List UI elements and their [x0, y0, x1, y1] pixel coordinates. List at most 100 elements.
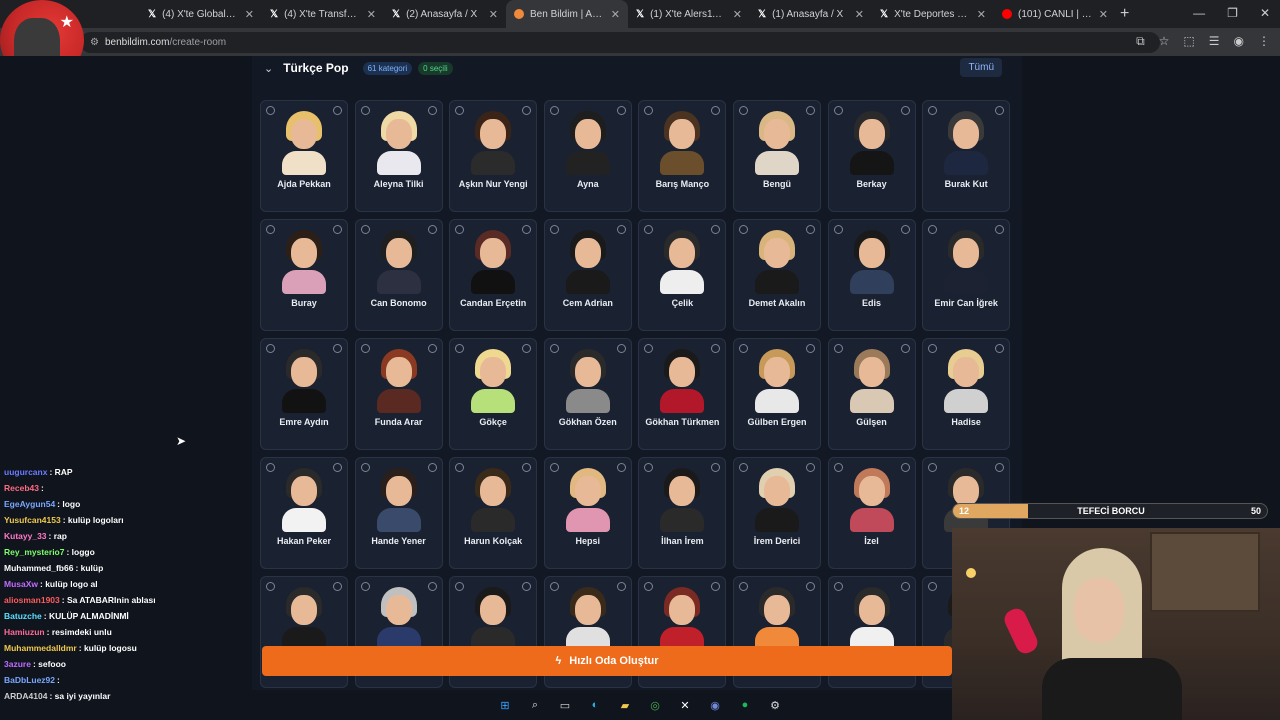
browser-tab[interactable]: 𝕏 (4) X'te GlobalFener ✕ — [140, 0, 262, 28]
select-radio[interactable] — [333, 225, 342, 234]
artist-card[interactable]: Can Bonomo — [354, 219, 443, 331]
select-radio[interactable] — [333, 582, 342, 591]
tab-close-icon[interactable]: ✕ — [611, 8, 620, 21]
chat-username[interactable]: EgeAygun54 — [4, 499, 55, 509]
info-icon[interactable] — [833, 582, 843, 591]
select-radio[interactable] — [616, 463, 626, 472]
browser-tab[interactable]: Ben Bildim | Arkadaşl ✕ — [506, 0, 628, 28]
select-radio[interactable] — [616, 582, 626, 591]
close-icon[interactable]: ✕ — [1260, 6, 1270, 20]
select-radio[interactable] — [805, 225, 815, 234]
select-radio[interactable] — [522, 463, 532, 472]
select-radio[interactable] — [427, 582, 437, 591]
new-tab-icon[interactable]: + — [1120, 5, 1129, 23]
artist-card[interactable]: Funda Arar — [354, 338, 443, 450]
artist-card[interactable]: Cem Adrian — [543, 219, 632, 331]
spotify-icon[interactable]: ● — [737, 697, 753, 713]
maximize-icon[interactable]: ❐ — [1227, 6, 1238, 20]
url-field[interactable]: ⚙ benbildim.com/create-room — [80, 32, 1160, 53]
artist-card[interactable]: Hepsi — [543, 457, 632, 569]
artist-card[interactable]: Çelik — [638, 219, 727, 331]
info-icon[interactable] — [455, 106, 465, 115]
select-radio[interactable] — [711, 582, 721, 591]
profile-icon[interactable]: ◉ — [1234, 34, 1244, 49]
select-radio[interactable] — [900, 582, 910, 591]
info-icon[interactable] — [455, 344, 465, 353]
info-icon[interactable] — [644, 463, 654, 472]
tab-close-icon[interactable]: ✕ — [977, 8, 986, 21]
tab-close-icon[interactable]: ✕ — [1099, 8, 1108, 21]
select-radio[interactable] — [522, 225, 532, 234]
app-icon[interactable]: ⚙ — [767, 697, 783, 713]
select-radio[interactable] — [616, 225, 626, 234]
windows-icon[interactable]: ⊞ — [497, 697, 513, 713]
info-icon[interactable] — [455, 463, 465, 472]
select-radio[interactable] — [805, 344, 815, 353]
select-radio[interactable] — [900, 106, 910, 115]
extensions-icon[interactable]: ⬚ — [1183, 34, 1194, 49]
info-icon[interactable] — [360, 344, 370, 353]
browser-tab[interactable]: 𝕏 (1) X'te Alers1103: "İ ✕ — [628, 0, 750, 28]
minimize-icon[interactable]: — — [1193, 6, 1205, 20]
artist-card[interactable]: Gülşen — [827, 338, 916, 450]
chat-username[interactable]: uugurcanx — [4, 467, 47, 477]
artist-card[interactable]: Aşkın Nur Yengi — [449, 100, 538, 212]
menu-icon[interactable]: ⋮ — [1258, 34, 1270, 49]
folder-icon[interactable]: ▰ — [617, 697, 633, 713]
artist-card[interactable]: Harun Kolçak — [449, 457, 538, 569]
artist-card[interactable]: Ayna — [543, 100, 632, 212]
select-radio[interactable] — [616, 344, 626, 353]
select-radio[interactable] — [995, 106, 1005, 115]
info-icon[interactable] — [738, 344, 748, 353]
chat-username[interactable]: aliosman1903 — [4, 595, 60, 605]
select-radio[interactable] — [900, 344, 910, 353]
artist-card[interactable]: Gökhan Özen — [543, 338, 632, 450]
chat-username[interactable]: Muhammed_fb66 — [4, 563, 73, 573]
search-icon[interactable]: ⌕ — [527, 697, 543, 713]
artist-card[interactable]: Demet Akalın — [732, 219, 821, 331]
chat-username[interactable]: Yusufcan4153 — [4, 515, 61, 525]
select-radio[interactable] — [427, 106, 437, 115]
chat-username[interactable]: Receb43 — [4, 483, 39, 493]
artist-card[interactable]: Barış Manço — [638, 100, 727, 212]
select-radio[interactable] — [711, 106, 721, 115]
edge-icon[interactable]: ◐ — [587, 697, 603, 713]
info-icon[interactable] — [644, 225, 654, 234]
info-icon[interactable] — [928, 106, 938, 115]
select-radio[interactable] — [333, 463, 342, 472]
info-icon[interactable] — [644, 344, 654, 353]
chat-username[interactable]: Muhammedalldmr — [4, 643, 77, 653]
info-icon[interactable] — [928, 344, 938, 353]
select-radio[interactable] — [522, 106, 532, 115]
info-icon[interactable] — [549, 463, 559, 472]
info-icon[interactable] — [833, 463, 843, 472]
select-radio[interactable] — [995, 463, 1005, 472]
quick-room-button[interactable]: ϟ Hızlı Oda Oluştur — [262, 646, 952, 676]
info-icon[interactable] — [738, 463, 748, 472]
info-icon[interactable] — [833, 344, 843, 353]
chat-username[interactable]: Kutayy_33 — [4, 531, 47, 541]
chevron-down-icon[interactable]: ⌄ — [264, 62, 273, 75]
install-icon[interactable]: ⧉ — [1136, 34, 1145, 49]
info-icon[interactable] — [455, 582, 465, 591]
info-icon[interactable] — [360, 463, 370, 472]
tab-close-icon[interactable]: ✕ — [245, 8, 254, 21]
browser-tab[interactable]: 𝕏 (1) Anasayfa / X ✕ — [750, 0, 872, 28]
info-icon[interactable] — [644, 582, 654, 591]
chat-username[interactable]: Batuzche — [4, 611, 42, 621]
tab-close-icon[interactable]: ✕ — [855, 8, 864, 21]
info-icon[interactable] — [738, 225, 748, 234]
select-radio[interactable] — [333, 344, 342, 353]
section-header[interactable]: ⌄ Türkçe Pop 61 kategori 0 seçili Tümü — [252, 56, 1022, 80]
browser-tab[interactable]: (101) CANLI | Yen ✕ — [994, 0, 1116, 28]
select-radio[interactable] — [805, 106, 815, 115]
artist-card[interactable]: Edis — [827, 219, 916, 331]
info-icon[interactable] — [266, 106, 275, 115]
info-icon[interactable] — [738, 106, 748, 115]
artist-card[interactable]: Hande Yener — [354, 457, 443, 569]
select-radio[interactable] — [900, 225, 910, 234]
browser-tab[interactable]: 𝕏 (2) Anasayfa / X ✕ — [384, 0, 506, 28]
artist-card[interactable]: Hadise — [922, 338, 1011, 450]
chat-username[interactable]: BaDbLuez92 — [4, 675, 55, 685]
artist-card[interactable]: Emir Can İğrek — [922, 219, 1011, 331]
